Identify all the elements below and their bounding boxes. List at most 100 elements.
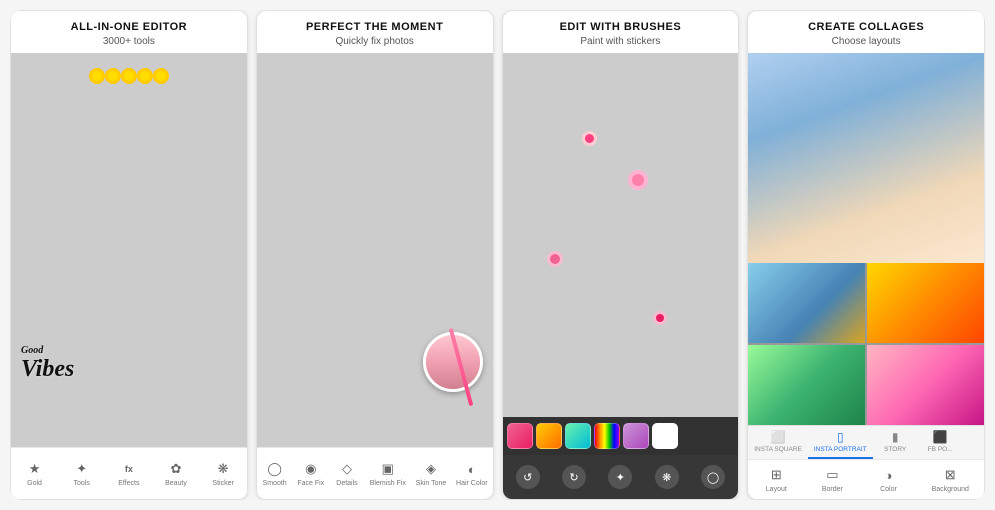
panel-3-image	[503, 53, 739, 455]
beauty-label: Beauty	[165, 480, 187, 487]
swatch-pink[interactable]	[507, 423, 533, 449]
swatch-white[interactable]	[652, 423, 678, 449]
panel-3-header: EDIT WITH BRUSHES Paint with stickers	[503, 11, 739, 53]
skintone-icon: ◈	[422, 460, 440, 478]
tools-icon: ✦	[73, 460, 91, 478]
sticker-label: Sticker	[212, 480, 233, 487]
layout-type-tabs: ⬜ INSTA SQUARE ▯ INSTA PORTRAIT ▮ STORY …	[748, 425, 984, 459]
flower-5	[156, 71, 166, 81]
color-icon: ◑	[879, 466, 897, 484]
pink-flower-1	[632, 174, 644, 186]
toolbar-sticker[interactable]: ❋ Sticker	[210, 460, 236, 487]
smooth-label: Smooth	[263, 480, 287, 487]
tab-insta-square-label: INSTA SQUARE	[754, 446, 802, 453]
swatch-purple[interactable]	[623, 423, 649, 449]
haircolor-icon: ◐	[463, 460, 481, 478]
border-icon: ▭	[823, 466, 841, 484]
panel-1-subtitle: 3000+ tools	[19, 36, 239, 47]
tab-insta-square[interactable]: ⬜ INSTA SQUARE	[748, 426, 808, 459]
insta-portrait-icon: ▯	[837, 430, 844, 444]
tab-story-label: STORY	[884, 446, 906, 453]
toolbar-blemish[interactable]: ▣ Blemish Fix	[370, 460, 406, 487]
good-text: Good	[21, 345, 74, 356]
brush-flower[interactable]: ❋	[655, 465, 679, 489]
color-label: Color	[880, 486, 897, 493]
collage-cell-3	[748, 345, 865, 425]
collage-cell-1	[748, 263, 865, 343]
swatch-orange[interactable]	[536, 423, 562, 449]
toolbar-background[interactable]: ⊠ Background	[932, 466, 969, 493]
toolbar-effects[interactable]: fx Effects	[116, 460, 142, 487]
swatch-bar	[503, 417, 739, 455]
toolbar-color[interactable]: ◑ Color	[875, 466, 901, 493]
swatch-teal[interactable]	[565, 423, 591, 449]
swatch-rainbow[interactable]	[594, 423, 620, 449]
panel-1-title: ALL-IN-ONE EDITOR	[19, 21, 239, 34]
panel-3-title: EDIT WITH BRUSHES	[511, 21, 731, 34]
flower-2	[108, 71, 118, 81]
collage-cell-2	[867, 263, 984, 343]
tab-story[interactable]: ▮ STORY	[873, 426, 918, 459]
panel-4-header: CREATE COLLAGES Choose layouts	[748, 11, 984, 53]
toolbar-skintone[interactable]: ◈ Skin Tone	[416, 460, 447, 487]
panel-perfect-moment: PERFECT THE MOMENT Quickly fix photos ◯ …	[256, 10, 494, 500]
pink-flower-3	[656, 314, 664, 322]
app-screenshot: ALL-IN-ONE EDITOR 3000+ tools Good Vibes…	[10, 10, 985, 500]
panel-3-brush-toolbar: ↺ ↻ ✦ ❋ ◯	[503, 455, 739, 499]
beauty-icon: ✿	[167, 460, 185, 478]
toolbar-border[interactable]: ▭ Border	[819, 466, 845, 493]
panel-1-header: ALL-IN-ONE EDITOR 3000+ tools	[11, 11, 247, 53]
background-label: Background	[932, 486, 969, 493]
panel-2-title: PERFECT THE MOMENT	[265, 21, 485, 34]
border-label: Border	[822, 486, 843, 493]
panel-3-subtitle: Paint with stickers	[511, 36, 731, 47]
panel-2-subtitle: Quickly fix photos	[265, 36, 485, 47]
pink-flower-4	[585, 134, 594, 143]
toolbar-details[interactable]: ◇ Details	[334, 460, 360, 487]
panel-all-in-one: ALL-IN-ONE EDITOR 3000+ tools Good Vibes…	[10, 10, 248, 500]
panel-2-header: PERFECT THE MOMENT Quickly fix photos	[257, 11, 493, 53]
brush-undo[interactable]: ↺	[516, 465, 540, 489]
toolbar-facefix[interactable]: ◉ Face Fix	[297, 460, 324, 487]
details-icon: ◇	[338, 460, 356, 478]
collage-grid	[748, 263, 984, 425]
collage-cell-4	[867, 345, 984, 425]
flower-4	[140, 71, 150, 81]
panel-4-image	[748, 53, 984, 425]
collage-top-photo	[748, 53, 984, 263]
facefix-icon: ◉	[302, 460, 320, 478]
sticker-icon: ❋	[214, 460, 232, 478]
brush-eraser[interactable]: ◯	[701, 465, 725, 489]
tab-insta-portrait[interactable]: ▯ INSTA PORTRAIT	[808, 426, 873, 459]
facefix-label: Face Fix	[297, 480, 324, 487]
panel-4-toolbar: ⊞ Layout ▭ Border ◑ Color ⊠ Background	[748, 459, 984, 499]
pink-flower-2	[550, 254, 560, 264]
details-label: Details	[336, 480, 357, 487]
collage-top-bg	[748, 53, 984, 263]
layout-label: Layout	[766, 486, 787, 493]
toolbar-smooth[interactable]: ◯ Smooth	[262, 460, 288, 487]
layout-icon: ⊞	[767, 466, 785, 484]
flower-3	[124, 71, 134, 81]
effects-label: Effects	[118, 480, 139, 487]
toolbar-tools[interactable]: ✦ Tools	[69, 460, 95, 487]
tab-fb[interactable]: ⬛ FB PO...	[918, 426, 963, 459]
blemish-icon: ▣	[379, 460, 397, 478]
haircolor-label: Hair Color	[456, 480, 488, 487]
tab-insta-portrait-label: INSTA PORTRAIT	[814, 446, 867, 453]
skintone-label: Skin Tone	[416, 480, 447, 487]
good-vibes-text: Good Vibes	[21, 345, 74, 382]
panel-4-subtitle: Choose layouts	[756, 36, 976, 47]
flower-decoration	[36, 71, 222, 87]
panel-1-image: Good Vibes	[11, 53, 247, 447]
panel-edit-brushes: EDIT WITH BRUSHES Paint with stickers ↺ …	[502, 10, 740, 500]
toolbar-gold[interactable]: ★ Gold	[22, 460, 48, 487]
toolbar-haircolor[interactable]: ◐ Hair Color	[456, 460, 488, 487]
toolbar-layout[interactable]: ⊞ Layout	[763, 466, 789, 493]
brush-redo[interactable]: ↻	[562, 465, 586, 489]
blemish-label: Blemish Fix	[370, 480, 406, 487]
gold-icon: ★	[26, 460, 44, 478]
brush-sparkle[interactable]: ✦	[608, 465, 632, 489]
insta-square-icon: ⬜	[771, 430, 786, 444]
toolbar-beauty[interactable]: ✿ Beauty	[163, 460, 189, 487]
